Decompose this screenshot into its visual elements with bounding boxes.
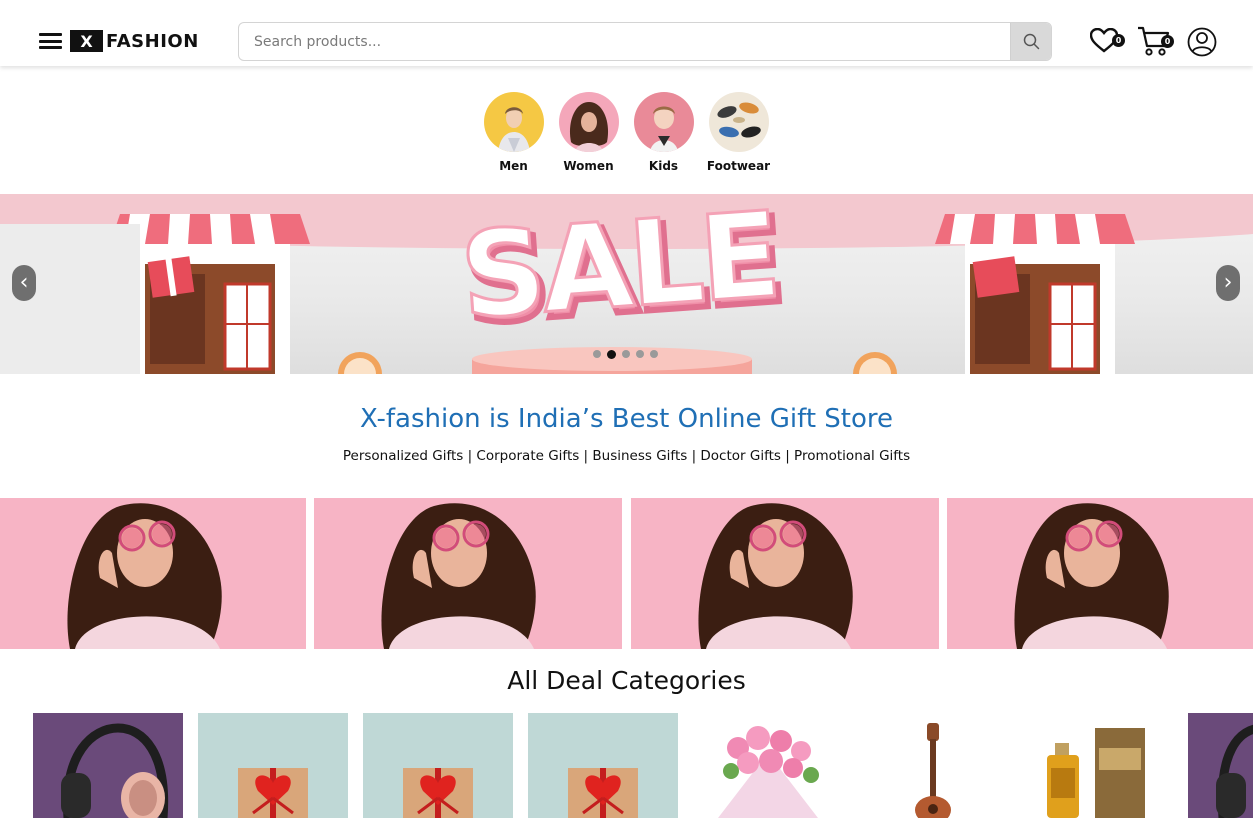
promo-tile[interactable] [0, 498, 306, 649]
banner-dot-active[interactable] [607, 350, 616, 359]
banner-dot[interactable] [636, 350, 644, 358]
banner-dot[interactable] [622, 350, 630, 358]
store-illustration-right [935, 214, 1135, 374]
category-men-label: Men [499, 159, 528, 173]
deal-item-gift-box[interactable] [198, 713, 348, 818]
gift-box-image [363, 713, 513, 818]
store-illustration-left [0, 214, 310, 374]
banner-next-button[interactable]: › [1216, 265, 1240, 301]
deal-item-gift-box[interactable] [528, 713, 678, 818]
category-footwear-image [708, 92, 769, 152]
sale-banner-text: SALE [456, 194, 781, 345]
site-header: X FASHION 0 0 [0, 0, 1253, 66]
promo-image [947, 498, 1253, 649]
account-button[interactable] [1187, 27, 1217, 61]
search-bar [238, 22, 1052, 61]
menu-icon[interactable] [39, 33, 62, 49]
wishlist-count-badge: 0 [1112, 34, 1125, 47]
perfume-image [1023, 713, 1173, 818]
banner-dot[interactable] [650, 350, 658, 358]
logo-text: FASHION [106, 30, 199, 52]
deal-item-gift-box[interactable] [363, 713, 513, 818]
hero-banner[interactable]: SALE SALE [0, 194, 1253, 374]
search-button[interactable] [1010, 23, 1051, 60]
logo-mark: X [70, 30, 103, 52]
sale-banner-image: SALE SALE [0, 194, 1253, 374]
headphones-image [33, 713, 183, 818]
gift-box-image [198, 713, 348, 818]
deal-item-ukulele[interactable] [858, 713, 1008, 818]
category-footwear[interactable]: Footwear [701, 92, 776, 173]
cart-count-badge: 0 [1161, 35, 1174, 48]
category-men[interactable]: Men [476, 92, 551, 173]
deal-item-flowers[interactable] [693, 713, 843, 818]
deal-categories-title: All Deal Categories [507, 666, 746, 695]
gift-categories-line: Personalized Gifts | Corporate Gifts | B… [342, 448, 911, 464]
category-footwear-label: Footwear [706, 159, 771, 173]
promo-image [314, 498, 622, 649]
cart-button[interactable]: 0 [1137, 25, 1174, 62]
banner-prev-button[interactable]: ‹ [12, 265, 36, 301]
promo-tile[interactable] [631, 498, 939, 649]
promo-image [631, 498, 939, 649]
user-icon [1187, 27, 1217, 57]
category-kids[interactable]: Kids [626, 92, 701, 173]
banner-pagination [593, 350, 658, 359]
category-list: Men Women Kids Footwear [476, 92, 776, 173]
store-headline: X-fashion is India’s Best Online Gift St… [359, 404, 893, 434]
promo-tile[interactable] [314, 498, 622, 649]
ukulele-image [858, 713, 1008, 818]
category-women[interactable]: Women [551, 92, 626, 173]
banner-dot[interactable] [593, 350, 601, 358]
headphones-image [1188, 713, 1253, 818]
category-women-image [558, 92, 619, 152]
deal-item-headphones[interactable] [33, 713, 183, 818]
category-kids-label: Kids [648, 159, 679, 173]
category-kids-image [633, 92, 694, 152]
gift-box-image [528, 713, 678, 818]
category-women-label: Women [563, 159, 614, 173]
flower-bouquet-image [693, 713, 843, 818]
search-icon [1023, 33, 1039, 50]
promo-image [0, 498, 306, 649]
category-men-image [483, 92, 544, 152]
deal-item-perfume[interactable] [1023, 713, 1173, 818]
search-input[interactable] [239, 23, 1010, 60]
site-logo[interactable]: X FASHION [70, 30, 199, 52]
promo-tile[interactable] [947, 498, 1253, 649]
deal-item-headphones[interactable] [1188, 713, 1253, 818]
wishlist-button[interactable]: 0 [1089, 27, 1125, 57]
